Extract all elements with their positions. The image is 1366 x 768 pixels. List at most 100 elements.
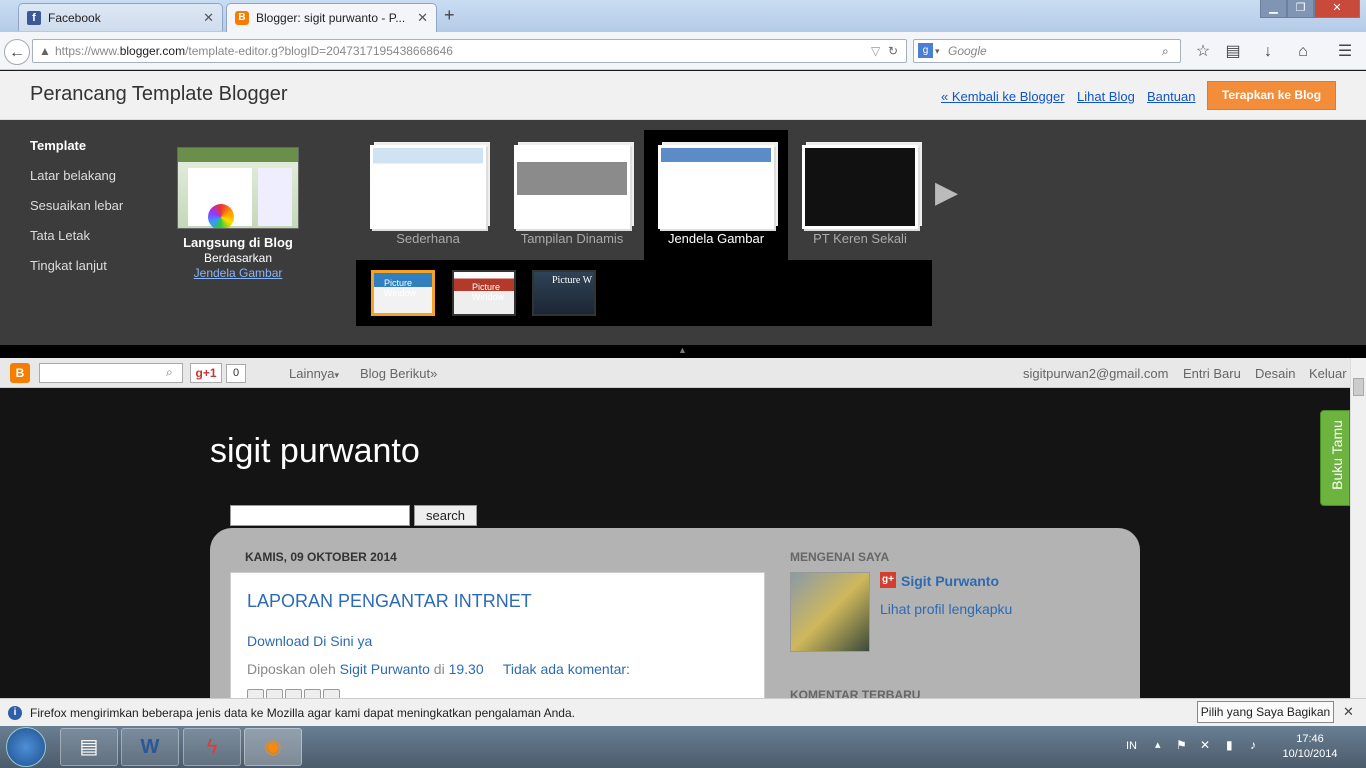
sidebar-item-width[interactable]: Sesuaikan lebar bbox=[30, 198, 123, 213]
next-blog-link[interactable]: Blog Berikut» bbox=[360, 366, 437, 381]
bookmarks-icon[interactable]: ▤ bbox=[1220, 39, 1246, 65]
template-dynamic[interactable]: Tampilan Dinamis bbox=[500, 130, 644, 260]
star-icon[interactable]: ☆ bbox=[1190, 39, 1216, 65]
gplus-button[interactable]: g+1 bbox=[190, 363, 222, 383]
avatar[interactable] bbox=[790, 572, 870, 652]
signal-icon[interactable]: ▮ bbox=[1226, 738, 1233, 752]
tab-label: Facebook bbox=[48, 10, 101, 25]
close-window-button[interactable]: ✕ bbox=[1314, 0, 1360, 18]
google-plus-icon: g+ bbox=[880, 572, 896, 588]
variant-item[interactable]: Picture Window bbox=[371, 270, 435, 316]
profile-name-link[interactable]: Sigit Purwanto bbox=[901, 573, 999, 589]
sidebar-item-layout[interactable]: Tata Letak bbox=[30, 228, 90, 243]
minimize-button[interactable]: ▁ bbox=[1260, 0, 1287, 18]
new-tab-button[interactable]: + bbox=[444, 5, 455, 26]
close-icon[interactable]: ✕ bbox=[203, 10, 214, 26]
sidebar-item-template[interactable]: Template bbox=[30, 138, 86, 153]
blog-title[interactable]: sigit purwanto bbox=[210, 432, 420, 471]
current-template-thumbnail[interactable] bbox=[177, 147, 299, 229]
template-simple[interactable]: Sederhana bbox=[356, 130, 500, 260]
template-label: Sederhana bbox=[396, 231, 460, 246]
maximize-button[interactable]: ❐ bbox=[1287, 0, 1314, 18]
logout-link[interactable]: Keluar bbox=[1309, 366, 1347, 381]
gplus-count: 0 bbox=[226, 364, 246, 383]
download-icon[interactable]: ↓ bbox=[1255, 39, 1281, 65]
next-arrow-icon[interactable]: ▶ bbox=[935, 175, 958, 210]
post-download-link[interactable]: Download Di Sini ya bbox=[247, 633, 372, 649]
word-icon[interactable]: W bbox=[121, 728, 179, 766]
variant-item[interactable]: Picture W bbox=[532, 270, 596, 316]
collapse-arrow-icon[interactable]: ▲ bbox=[678, 345, 687, 355]
search-icon[interactable]: ⌕ bbox=[1162, 40, 1169, 62]
tab-blogger[interactable]: B Blogger: sigit purwanto - P... ✕ bbox=[226, 3, 437, 32]
new-post-link[interactable]: Entri Baru bbox=[1183, 366, 1241, 381]
help-link[interactable]: Bantuan bbox=[1147, 89, 1195, 104]
home-icon[interactable]: ⌂ bbox=[1290, 39, 1316, 65]
post-author-link[interactable]: Sigit Purwanto bbox=[340, 661, 430, 677]
close-icon[interactable]: ✕ bbox=[1343, 704, 1354, 720]
template-awesome-inc[interactable]: PT Keren Sekali bbox=[788, 130, 932, 260]
language-indicator[interactable]: IN bbox=[1126, 740, 1137, 752]
app-icon[interactable]: ϟ bbox=[183, 728, 241, 766]
blog-search-button[interactable]: search bbox=[414, 505, 477, 526]
apply-to-blog-button[interactable]: Terapkan ke Blog bbox=[1207, 81, 1336, 110]
comments-link[interactable]: Tidak ada komentar: bbox=[503, 661, 630, 677]
view-blog-link[interactable]: Lihat Blog bbox=[1077, 89, 1135, 104]
volume-icon[interactable]: ♪ bbox=[1250, 738, 1256, 752]
back-button[interactable]: ← bbox=[4, 39, 30, 65]
start-button[interactable] bbox=[6, 727, 46, 767]
posted-by-label: Diposkan oleh bbox=[247, 661, 336, 677]
network-error-icon[interactable]: ✕ bbox=[1200, 738, 1210, 752]
post-title[interactable]: LAPORAN PENGANTAR INTRNET bbox=[247, 591, 532, 612]
current-template-title: Langsung di Blog bbox=[183, 235, 293, 250]
clock[interactable]: 17:46 10/10/2014 bbox=[1270, 732, 1350, 762]
chevron-down-icon: ▾ bbox=[334, 370, 340, 380]
variant-label: Picture Window bbox=[472, 282, 505, 302]
more-menu[interactable]: Lainnya▾ bbox=[289, 366, 339, 381]
blogger-logo-icon[interactable]: B bbox=[10, 363, 30, 383]
facebook-icon: f bbox=[27, 10, 41, 25]
search-placeholder: Google bbox=[948, 44, 987, 58]
variant-label: Picture Window bbox=[384, 278, 417, 298]
email-share-icon[interactable] bbox=[247, 689, 264, 698]
tab-facebook[interactable]: f Facebook ✕ bbox=[18, 3, 223, 31]
collapse-bar[interactable]: ▲ bbox=[0, 345, 1366, 358]
scrollbar[interactable] bbox=[1350, 358, 1366, 698]
design-link[interactable]: Desain bbox=[1255, 366, 1295, 381]
url-prefix: https://www. bbox=[55, 44, 120, 58]
view-profile-link[interactable]: Lihat profil lengkapku bbox=[880, 601, 1012, 617]
menu-icon[interactable]: ☰ bbox=[1332, 39, 1358, 65]
dropdown-icon[interactable]: ▽ bbox=[871, 40, 880, 62]
explorer-icon[interactable]: ▤ bbox=[60, 728, 118, 766]
choose-what-to-share-button[interactable]: Pilih yang Saya Bagikan bbox=[1197, 701, 1334, 723]
notification-bar: i Firefox mengirimkan beberapa jenis dat… bbox=[0, 698, 1366, 726]
firefox-icon[interactable]: ◉ bbox=[244, 728, 302, 766]
tray-expand-icon[interactable]: ▴ bbox=[1155, 738, 1161, 751]
search-input[interactable]: g ▾ Google ⌕ bbox=[913, 39, 1181, 63]
search-icon[interactable]: ⌕ bbox=[166, 365, 173, 380]
post-time-link[interactable]: 19.30 bbox=[449, 661, 484, 677]
guestbook-tab[interactable]: Buku Tamu bbox=[1320, 410, 1350, 506]
variant-label: Picture W bbox=[552, 275, 593, 286]
template-picture-window[interactable]: Jendela Gambar bbox=[644, 130, 788, 260]
facebook-share-icon[interactable] bbox=[304, 689, 321, 698]
close-icon[interactable]: ✕ bbox=[417, 10, 428, 26]
sidebar-item-advanced[interactable]: Tingkat lanjut bbox=[30, 258, 107, 273]
blog-search-input[interactable] bbox=[230, 505, 410, 526]
back-to-blogger-link[interactable]: « Kembali ke Blogger bbox=[941, 89, 1065, 104]
based-on-template-link[interactable]: Jendela Gambar bbox=[150, 266, 326, 280]
blog-share-icon[interactable] bbox=[266, 689, 283, 698]
template-label: Tampilan Dinamis bbox=[520, 231, 624, 246]
chevron-down-icon[interactable]: ▾ bbox=[935, 40, 940, 62]
google-icon: g bbox=[918, 43, 933, 58]
address-bar[interactable]: ▲ https://www.blogger.com/template-edito… bbox=[32, 39, 907, 63]
twitter-share-icon[interactable] bbox=[285, 689, 302, 698]
variant-item[interactable]: Picture Window bbox=[452, 270, 516, 316]
navbar-search-input[interactable]: ⌕ bbox=[39, 363, 183, 383]
scrollbar-thumb[interactable] bbox=[1353, 378, 1364, 396]
info-icon: i bbox=[8, 706, 22, 720]
pinterest-share-icon[interactable] bbox=[323, 689, 340, 698]
sidebar-item-background[interactable]: Latar belakang bbox=[30, 168, 116, 183]
reload-icon[interactable]: ↻ bbox=[888, 40, 898, 62]
flag-icon[interactable]: ⚑ bbox=[1176, 738, 1187, 752]
